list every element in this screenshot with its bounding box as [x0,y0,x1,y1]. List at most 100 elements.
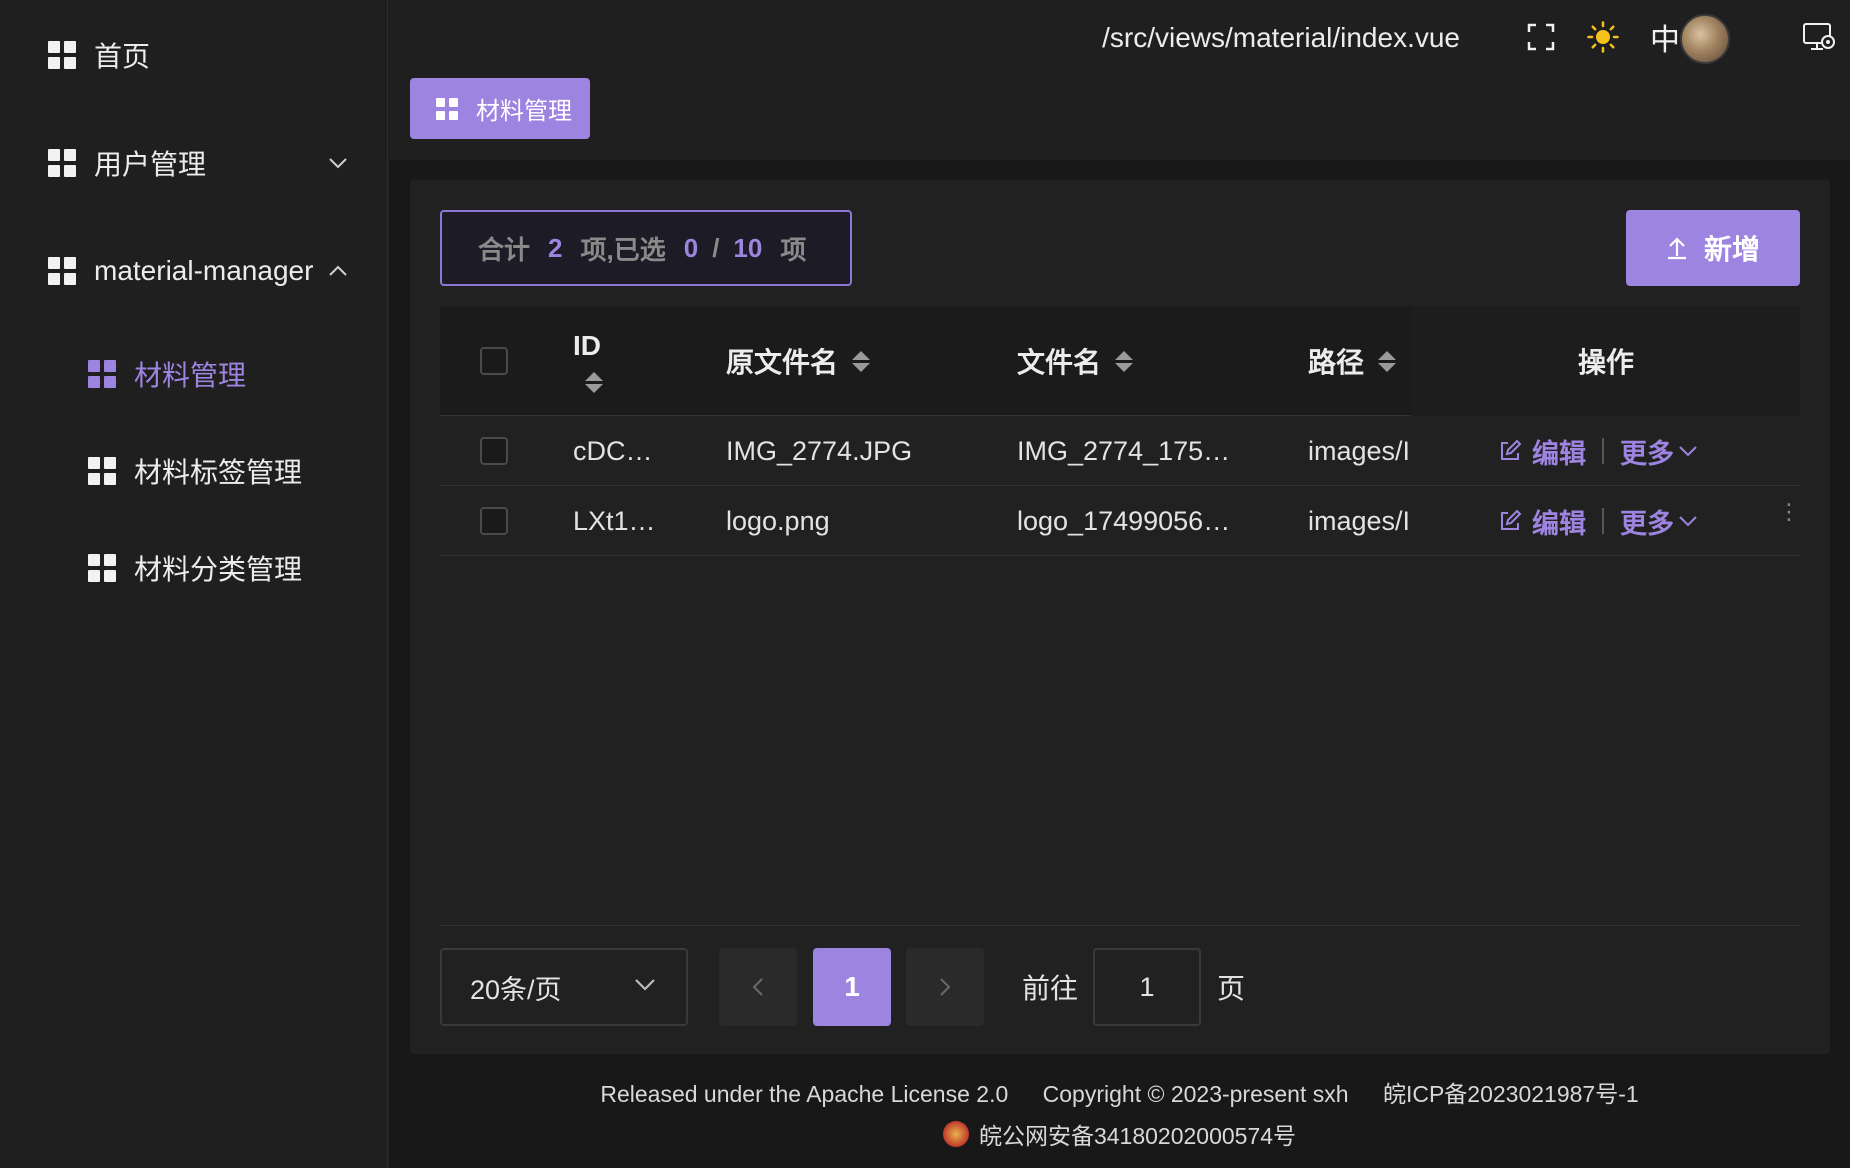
sidebar-item-label: material-manager [94,255,314,286]
select-all-cell [480,306,508,416]
sidebar-item-material-category-management[interactable]: 材料分类管理 [0,533,388,603]
sidebar-item-user-management[interactable]: 用户管理 [0,128,388,198]
edit-label: 编辑 [1532,508,1586,539]
cell-actions: 编辑 更多 [1498,416,1698,486]
column-header-label: 操作 [1578,347,1635,378]
sort-icon[interactable] [1378,350,1397,372]
sidebar-item-material-manager[interactable]: material-manager [0,236,388,306]
page-size-label: 20条/页 [470,974,562,1005]
grid-icon [436,97,458,120]
column-header-file-name[interactable]: 文件名 [1017,306,1134,416]
next-page-button[interactable] [906,948,984,1026]
sort-icon[interactable] [852,350,871,372]
edit-button[interactable]: 编辑 [1498,432,1586,471]
chevron-down-icon [329,158,347,169]
avatar[interactable] [1680,14,1730,64]
summary-selected: 0 [683,232,699,263]
column-header-label: 文件名 [1017,347,1102,378]
grid-icon [88,360,116,388]
edit-label: 编辑 [1532,438,1586,469]
chevron-left-icon [752,978,763,996]
tag-bar: 材料管理 [389,78,1850,160]
table-header: ID 原文件名 文件名 路径 操作 [440,306,1800,416]
cell-file-name: IMG_2774_175… [1017,435,1231,466]
table-row: LXt1… logo.png logo_17499056… images/I 编… [440,486,1800,556]
sun-icon[interactable] [1586,20,1620,54]
resize-handle-icon[interactable]: ⋮ [1778,501,1800,523]
row-checkbox[interactable] [480,437,508,465]
edit-icon [1501,439,1522,460]
upload-icon [1667,237,1686,260]
license-link[interactable]: Released under the Apache License 2.0 [600,1081,1008,1107]
add-button-label: 新增 [1703,234,1760,265]
settings-monitor-icon[interactable] [1802,20,1836,54]
row-checkbox[interactable] [480,507,508,535]
column-header-path[interactable]: 路径 [1308,306,1397,416]
material-card: 合计 2 项,已选 0 / 10 项 新增 ID 原文件名 文件名 路径 操作 … [410,180,1830,1054]
selection-summary: 合计 2 项,已选 0 / 10 项 [440,210,852,286]
column-header-original-name[interactable]: 原文件名 [726,306,871,416]
summary-suffix: 项 [780,234,807,265]
more-label: 更多 [1620,508,1674,539]
app-root: 首页 用户管理 material-manager 材料管理 材料标签管理 材料分… [0,0,1850,1168]
divider [440,925,1800,926]
summary-slash: / [712,232,720,263]
sidebar-item-label: 用户管理 [94,149,207,180]
language-toggle[interactable]: 中 [1648,20,1682,57]
page-suffix: 页 [1217,973,1246,1004]
sidebar-item-material-tag-management[interactable]: 材料标签管理 [0,436,388,506]
more-dropdown[interactable]: 更多 [1620,432,1698,471]
goto-page-input[interactable] [1093,948,1201,1026]
chevron-right-icon [940,978,951,996]
add-button[interactable]: 新增 [1626,210,1800,286]
sidebar-item-label: 首页 [94,41,151,72]
tab-material-management[interactable]: 材料管理 [410,78,590,139]
chevron-down-icon [1679,446,1697,457]
copyright-text: Copyright © 2023-present sxh [1042,1081,1349,1107]
column-header-id[interactable]: ID [573,306,603,416]
cell-id: cDC… [573,435,653,466]
divider [1602,438,1604,464]
page-button-current[interactable]: 1 [813,948,891,1026]
prev-page-button[interactable] [719,948,797,1026]
sidebar-item-home[interactable]: 首页 [0,20,388,90]
summary-total: 2 [548,232,563,263]
edit-button[interactable]: 编辑 [1498,502,1586,541]
police-emblem-icon [942,1121,969,1147]
summary-page-size: 10 [733,232,763,263]
column-header-label: ID [573,329,601,361]
grid-icon [48,149,76,177]
grid-icon [88,457,116,485]
chevron-down-icon [635,979,655,991]
more-dropdown[interactable]: 更多 [1620,502,1698,541]
material-table: ID 原文件名 文件名 路径 操作 cDC… IMG_2774.JPG IMG_… [440,306,1800,556]
cell-original-name: logo.png [726,505,830,536]
cell-path: images/I [1308,435,1410,466]
cell-original-name: IMG_2774.JPG [726,435,913,466]
select-all-checkbox[interactable] [480,347,508,375]
column-header-actions: 操作 [1578,306,1634,416]
column-header-label: 路径 [1308,347,1365,378]
grid-icon [48,257,76,285]
edit-icon [1501,509,1522,530]
page-path: /src/views/material/index.vue [1102,22,1460,53]
cell-path: images/I [1308,505,1410,536]
icp-link[interactable]: 皖ICP备2023021987号-1 [1383,1081,1639,1107]
police-link[interactable]: 皖公网安备34180202000574号 [979,1117,1296,1151]
sidebar-item-label: 材料分类管理 [134,554,303,585]
grid-icon [48,41,76,69]
sort-icon[interactable] [585,371,603,393]
tab-label: 材料管理 [476,98,572,125]
sidebar-item-label: 材料标签管理 [134,457,303,488]
sidebar: 首页 用户管理 material-manager 材料管理 材料标签管理 材料分… [0,0,388,1168]
fullscreen-icon[interactable] [1524,20,1558,54]
chevron-up-icon [329,265,347,276]
column-header-label: 原文件名 [726,347,839,378]
cell-id: LXt1… [573,505,656,536]
table-row: cDC… IMG_2774.JPG IMG_2774_175… images/I… [440,416,1800,486]
sidebar-item-label: 材料管理 [134,360,247,391]
chevron-down-icon [1679,516,1697,527]
page-size-select[interactable]: 20条/页 [440,948,688,1026]
sort-icon[interactable] [1115,350,1134,372]
sidebar-item-material-management[interactable]: 材料管理 [0,339,388,409]
